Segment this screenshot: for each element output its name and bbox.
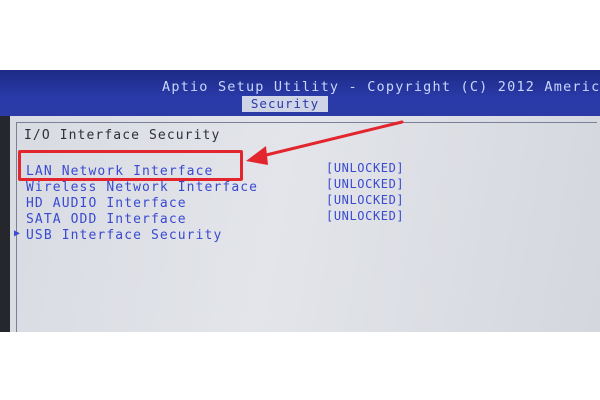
- red-pointer-arrow-icon: [246, 120, 404, 165]
- bios-screen-photo: Aptio Setup Utility - Copyright (C) 2012…: [0, 70, 600, 332]
